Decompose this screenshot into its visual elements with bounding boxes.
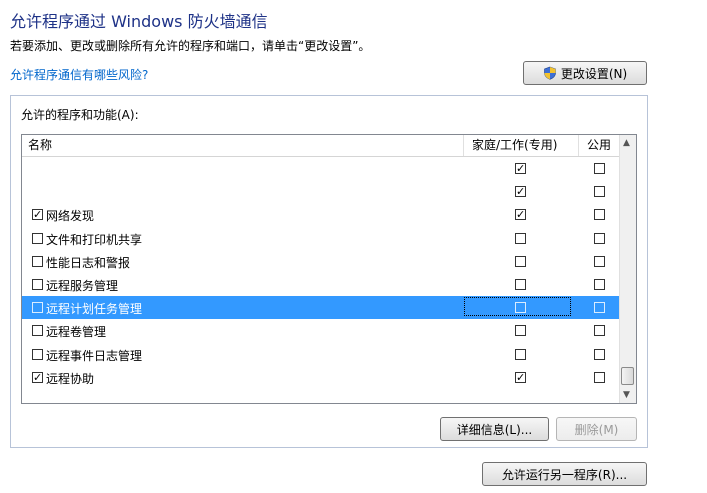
column-header-home-work[interactable]: 家庭/工作(专用) [464, 135, 579, 156]
home-work-checkbox[interactable] [515, 325, 526, 337]
scroll-down-arrow-icon[interactable]: ▼ [623, 390, 630, 400]
home-work-checkbox[interactable] [515, 278, 526, 290]
row-program-name: 网络发现 [46, 209, 95, 224]
table-row[interactable]: 远程服务管理 [22, 273, 619, 296]
table-row[interactable]: 文件和打印机共享 [22, 227, 619, 250]
shield-icon [544, 66, 556, 80]
table-row[interactable]: ✓ [22, 180, 619, 203]
public-checkbox[interactable] [594, 163, 605, 174]
home-work-checkbox[interactable]: ✓ [515, 186, 526, 198]
column-header-public[interactable]: 公用 [579, 135, 619, 156]
home-work-checkbox[interactable]: ✓ [515, 371, 526, 383]
row-enabled-checkbox[interactable]: ✓ [32, 371, 43, 383]
allow-another-program-button[interactable]: 允许运行另一程序(R)... [482, 462, 647, 486]
list-header: 名称 家庭/工作(专用) 公用 [22, 135, 619, 157]
allowed-programs-group: 允许的程序和功能(A): 名称 家庭/工作(专用) 公用 ✓ ✓ ✓ 网络发现 ✓ 文件和… [10, 95, 648, 448]
row-enabled-checkbox[interactable] [32, 325, 43, 337]
public-checkbox[interactable] [594, 255, 605, 267]
row-program-name: 远程协助 [46, 371, 95, 386]
table-row[interactable]: ✓ [22, 157, 619, 180]
home-work-checkbox[interactable] [515, 232, 526, 244]
vertical-scrollbar[interactable]: ▲ ▼ [619, 135, 636, 403]
row-program-name: 远程卷管理 [46, 325, 107, 340]
scroll-up-arrow-icon[interactable]: ▲ [623, 138, 630, 148]
public-checkbox[interactable] [594, 209, 605, 221]
public-checkbox[interactable] [594, 232, 605, 244]
table-row[interactable]: 远程计划任务管理 [22, 296, 619, 320]
home-work-checkbox[interactable]: ✓ [515, 209, 526, 221]
table-row[interactable]: 远程事件日志管理 [22, 343, 619, 366]
programs-list[interactable]: 名称 家庭/工作(专用) 公用 ✓ ✓ ✓ 网络发现 ✓ 文件和打印机共享 性能日志和警报远… [21, 134, 637, 404]
change-settings-button[interactable]: 更改设置(N) [523, 61, 647, 85]
row-program-name: 性能日志和警报 [46, 255, 131, 270]
home-work-checkbox[interactable] [515, 348, 526, 360]
public-checkbox[interactable] [594, 348, 605, 360]
column-header-name[interactable]: 名称 [22, 135, 464, 156]
public-checkbox[interactable] [594, 278, 605, 290]
home-work-checkbox[interactable] [515, 255, 526, 267]
home-work-checkbox[interactable]: ✓ [515, 163, 526, 174]
list-rows: ✓ ✓ ✓ 网络发现 ✓ 文件和打印机共享 性能日志和警报 远程服务管理 远程计划任务管理 远程卷… [22, 157, 619, 389]
public-checkbox[interactable] [594, 325, 605, 337]
table-row[interactable]: ✓ 网络发现 ✓ [22, 203, 619, 226]
remove-button: 删除(M) [556, 417, 637, 441]
row-program-name: 远程事件日志管理 [46, 348, 143, 363]
home-work-checkbox[interactable] [515, 302, 526, 314]
scrollbar-thumb[interactable] [621, 367, 634, 385]
risk-link[interactable]: 允许程序通信有哪些风险? [10, 66, 148, 83]
row-enabled-checkbox[interactable]: ✓ [32, 209, 43, 221]
table-row[interactable]: ✓ 远程协助 ✓ [22, 366, 619, 389]
row-program-name: 远程服务管理 [46, 278, 119, 293]
allowed-programs-label: 允许的程序和功能(A): [21, 108, 139, 122]
row-enabled-checkbox[interactable] [32, 232, 43, 244]
row-program-name: 文件和打印机共享 [46, 232, 143, 247]
page-subtitle: 若要添加、更改或删除所有允许的程序和端口，请单击“更改设置”。 [10, 39, 371, 53]
details-button[interactable]: 详细信息(L)... [440, 417, 549, 441]
row-enabled-checkbox[interactable] [32, 255, 43, 267]
row-enabled-checkbox[interactable] [32, 302, 43, 314]
row-enabled-checkbox[interactable] [32, 348, 43, 360]
change-settings-label: 更改设置(N) [560, 66, 628, 81]
table-row[interactable]: 远程卷管理 [22, 319, 619, 342]
row-enabled-checkbox[interactable] [32, 278, 43, 290]
public-checkbox[interactable] [594, 302, 605, 314]
public-checkbox[interactable] [594, 371, 605, 383]
table-row[interactable]: 性能日志和警报 [22, 250, 619, 273]
public-checkbox[interactable] [594, 186, 605, 198]
page-title: 允许程序通过 Windows 防火墙通信 [10, 12, 268, 31]
row-program-name: 远程计划任务管理 [46, 302, 143, 317]
